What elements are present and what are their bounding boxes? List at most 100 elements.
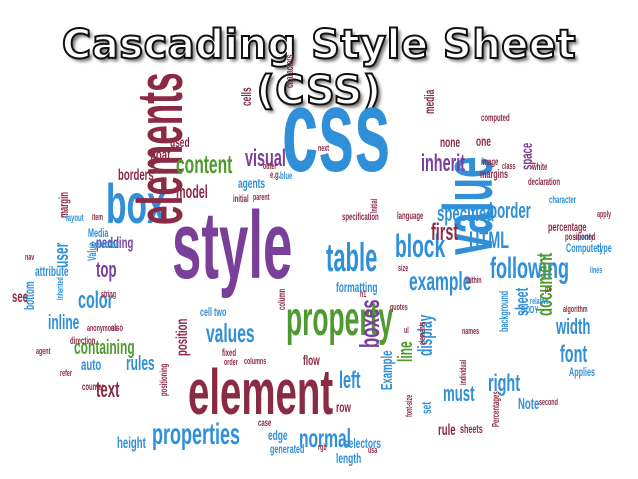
cloud-word: bottom xyxy=(21,281,37,310)
cloud-word: line xyxy=(395,341,417,362)
cloud-word: float xyxy=(150,147,171,164)
cloud-word: auto xyxy=(81,357,102,374)
cloud-word: agent xyxy=(36,346,51,356)
cloud-word: position xyxy=(174,318,191,356)
cloud-word: must xyxy=(443,381,475,406)
cloud-word: class xyxy=(502,161,516,171)
cloud-word: top xyxy=(96,257,117,282)
cloud-word: media xyxy=(421,89,437,114)
cloud-word: counter xyxy=(82,382,105,393)
cloud-word: borders xyxy=(118,167,154,184)
cloud-word: flow xyxy=(303,352,320,368)
cloud-word: initial xyxy=(233,194,249,205)
cloud-word: Note xyxy=(518,396,540,413)
cloud-word: px xyxy=(545,284,552,294)
cloud-word: h1 xyxy=(360,289,367,299)
cloud-word: set xyxy=(418,401,434,414)
cloud-word: column xyxy=(277,288,288,310)
cloud-word: example xyxy=(409,266,472,296)
cloud-word: element xyxy=(188,356,334,428)
cloud-word: positioned xyxy=(565,232,596,243)
cloud-word: content xyxy=(176,149,233,179)
cloud-word: Applies xyxy=(569,365,596,379)
cloud-word: characters xyxy=(284,54,296,88)
cloud-word: lines xyxy=(590,265,603,275)
cloud-word: blue xyxy=(280,171,293,182)
cloud-word: properties xyxy=(152,418,241,451)
cloud-word: next xyxy=(318,143,330,153)
cloud-word: positioning xyxy=(159,363,170,396)
cloud-word: HTML xyxy=(469,227,509,254)
cloud-word: inherit xyxy=(421,150,466,177)
cloud-word: font xyxy=(560,341,588,368)
cloud-word: second xyxy=(539,397,558,407)
cloud-word: BODY xyxy=(521,305,539,316)
cloud-word: css xyxy=(282,65,391,197)
cloud-word: first xyxy=(431,219,459,246)
cloud-word: names xyxy=(462,326,480,336)
cloud-word: layout xyxy=(66,213,84,224)
cloud-word: boxes xyxy=(354,299,385,348)
cloud-word: usa xyxy=(368,445,378,455)
cloud-word: row xyxy=(336,399,351,415)
cloud-word: Media xyxy=(88,226,109,240)
cloud-word: declaration xyxy=(528,177,561,188)
cloud-word: used xyxy=(170,134,190,150)
cloud-word: character xyxy=(549,195,577,206)
cloud-word: height xyxy=(117,435,146,452)
word-cloud: css style box elements element property value p… xyxy=(0,0,638,479)
cloud-word: rgb xyxy=(318,442,327,452)
cloud-word: border xyxy=(489,198,531,223)
cloud-word: inline xyxy=(48,312,80,334)
cloud-word: table xyxy=(326,236,378,280)
cloud-word: parent xyxy=(253,192,270,202)
cloud-word: none xyxy=(440,134,461,150)
cloud-word: font-size xyxy=(404,394,414,417)
cloud-word: specification xyxy=(342,212,379,223)
cloud-word: item xyxy=(92,212,104,222)
cloud-word: direction xyxy=(70,336,96,347)
cloud-word: following xyxy=(490,252,569,285)
cloud-word: computed xyxy=(481,113,510,124)
cloud-word: also xyxy=(111,323,124,334)
cloud-word: model xyxy=(176,182,208,202)
cloud-word: individual xyxy=(458,359,468,385)
cloud-word: relative xyxy=(530,296,549,306)
cloud-word: left xyxy=(339,367,361,394)
cloud-word: edge xyxy=(268,427,288,443)
cloud-word: image xyxy=(481,157,499,168)
cloud-word: sheets xyxy=(460,422,483,436)
cloud-word: width xyxy=(556,314,591,339)
cloud-word: background xyxy=(497,290,511,332)
cloud-word: case xyxy=(258,418,272,429)
cloud-word: elements xyxy=(417,321,427,345)
cloud-word: Inherited xyxy=(55,277,65,300)
cloud-word: cells xyxy=(238,87,254,106)
cloud-word: Example xyxy=(379,350,396,390)
cloud-word: within xyxy=(466,275,482,285)
cloud-word: string xyxy=(101,289,117,299)
cloud-word: refer xyxy=(60,368,73,378)
cloud-word: white xyxy=(532,162,548,173)
cloud-word: apply xyxy=(597,209,612,219)
cloud-word: values xyxy=(206,318,255,348)
cloud-word: rule xyxy=(438,422,456,439)
cloud-word: Initial xyxy=(369,198,379,213)
cloud-word: agents xyxy=(238,175,266,191)
cloud-word: length xyxy=(336,450,362,466)
cloud-word: generated xyxy=(270,442,305,456)
cloud-word: columns xyxy=(244,356,267,366)
cloud-word: ul xyxy=(404,325,409,335)
cloud-word: type xyxy=(597,241,612,255)
cloud-word: nav xyxy=(25,252,35,262)
cloud-word: algorithm xyxy=(563,304,588,314)
cloud-word: language xyxy=(397,211,424,222)
cloud-word: cell two xyxy=(200,305,227,319)
cloud-word: size xyxy=(398,263,409,273)
cloud-word: one xyxy=(476,133,491,149)
cloud-word: attribute xyxy=(35,263,69,279)
cloud-word: Percentages xyxy=(491,391,502,427)
cloud-word: order xyxy=(224,357,238,367)
cloud-word: formatting xyxy=(336,279,378,295)
cloud-word: e.g. xyxy=(270,170,281,181)
